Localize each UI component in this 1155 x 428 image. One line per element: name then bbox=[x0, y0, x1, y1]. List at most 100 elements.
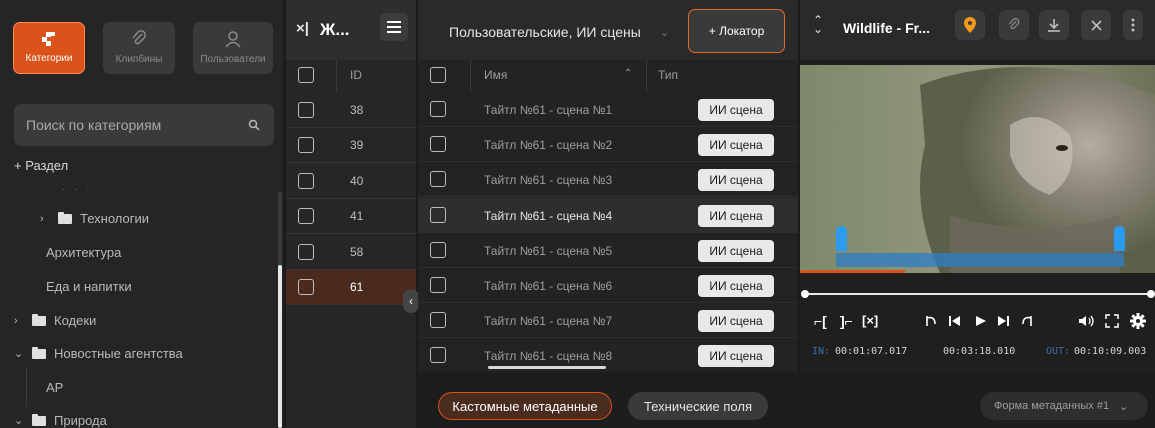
locator-row[interactable]: Тайтл №61 - сцена №3 ИИ сцена bbox=[418, 162, 798, 197]
locator-row[interactable]: Тайтл №61 - сцена №5 ИИ сцена bbox=[418, 233, 798, 268]
chevron-right-icon[interactable]: › bbox=[14, 315, 32, 327]
go-to-out-icon[interactable] bbox=[1020, 314, 1034, 328]
locator-type-badge: ИИ сцена bbox=[698, 310, 774, 332]
locator-row[interactable]: Тайтл №61 - сцена №7 ИИ сцена bbox=[418, 303, 798, 338]
row-checkbox[interactable] bbox=[430, 101, 446, 117]
mark-in-button[interactable]: ⌐[ bbox=[814, 313, 827, 329]
locator-type-dropdown[interactable]: Пользовательские, ИИ сцены bbox=[449, 24, 641, 40]
metadata-form-select[interactable]: Форма метаданных #1 ⌄ bbox=[980, 392, 1148, 420]
locator-name: Тайтл №61 - сцена №1 bbox=[484, 103, 613, 117]
close-panel-button[interactable]: ×| bbox=[296, 20, 309, 37]
id-row[interactable]: 41 bbox=[286, 199, 416, 234]
sort-toggle-icon[interactable]: ⌃ ⌄ bbox=[813, 14, 823, 35]
row-checkbox[interactable] bbox=[298, 173, 314, 189]
locator-row[interactable]: Тайтл №61 - сцена №2 ИИ сцена bbox=[418, 127, 798, 162]
row-checkbox[interactable] bbox=[430, 171, 446, 187]
locator-type-badge: ИИ сцена bbox=[698, 169, 774, 191]
locator-name: Тайтл №61 - сцена №8 bbox=[484, 349, 613, 363]
tree-item-label: Технологии bbox=[80, 211, 150, 226]
chevron-right-icon[interactable]: › bbox=[40, 213, 58, 225]
step-back-icon[interactable] bbox=[949, 315, 961, 327]
search-placeholder: Поиск по категориям bbox=[26, 117, 162, 133]
tree-item-codecs[interactable]: › Кодеки bbox=[14, 313, 96, 328]
chevron-down-icon[interactable]: ⌄ bbox=[660, 26, 669, 39]
row-checkbox[interactable] bbox=[298, 244, 314, 260]
folder-open-icon bbox=[32, 346, 46, 359]
sort-asc-icon[interactable]: ⌃ bbox=[624, 68, 632, 79]
timeline-start-handle[interactable] bbox=[801, 290, 809, 298]
locator-row[interactable]: Тайтл №61 - сцена №1 ИИ сцена bbox=[418, 92, 798, 127]
row-checkbox[interactable] bbox=[430, 242, 446, 258]
in-marker-icon[interactable] bbox=[836, 226, 847, 251]
select-all-rows-checkbox[interactable] bbox=[430, 67, 446, 83]
video-frame[interactable] bbox=[800, 65, 1155, 273]
list-scrollbar-thumb[interactable] bbox=[488, 366, 606, 369]
search-icon[interactable] bbox=[248, 119, 260, 131]
id-row[interactable]: 61 bbox=[286, 270, 416, 305]
add-locator-button[interactable]: + Локатор bbox=[688, 9, 785, 53]
add-section-button[interactable]: + Раздел bbox=[14, 158, 68, 173]
chevron-left-icon: ‹ bbox=[409, 294, 413, 308]
locator-name: Тайтл №61 - сцена №5 bbox=[484, 244, 613, 258]
download-button[interactable] bbox=[1039, 10, 1069, 40]
locator-row[interactable]: Тайтл №61 - сцена №6 ИИ сцена bbox=[418, 268, 798, 303]
row-checkbox[interactable] bbox=[430, 207, 446, 223]
nav-users-button[interactable]: Пользователи bbox=[193, 22, 273, 74]
locator-pin-button[interactable] bbox=[955, 10, 985, 40]
timeline-end-handle[interactable] bbox=[1147, 290, 1155, 298]
chevron-down-icon: ⌄ bbox=[1119, 400, 1129, 413]
row-checkbox[interactable] bbox=[298, 137, 314, 153]
id-row[interactable]: 39 bbox=[286, 128, 416, 163]
go-to-in-icon[interactable] bbox=[924, 314, 938, 328]
tab-technical-fields[interactable]: Технические поля bbox=[628, 392, 768, 420]
row-checkbox[interactable] bbox=[430, 347, 446, 363]
nav-clipbins-button[interactable]: Клипбины bbox=[103, 22, 175, 74]
out-marker-icon[interactable] bbox=[1114, 226, 1125, 251]
tree-item-news-agencies[interactable]: ⌄ Новостные агентства bbox=[14, 346, 183, 361]
clear-marks-button[interactable]: [×] bbox=[862, 313, 878, 328]
chevron-down-icon[interactable]: ⌄ bbox=[14, 414, 32, 427]
id-row[interactable]: 58 bbox=[286, 235, 416, 270]
more-menu-button[interactable] bbox=[1123, 10, 1143, 40]
row-checkbox[interactable] bbox=[298, 279, 314, 295]
more-vertical-icon bbox=[1131, 18, 1135, 32]
tree-item-label: Природа bbox=[54, 413, 107, 428]
tree-item-ap[interactable]: AP bbox=[46, 380, 63, 395]
row-checkbox[interactable] bbox=[430, 136, 446, 152]
tree-item-architecture[interactable]: Архитектура bbox=[46, 245, 121, 260]
category-search-input[interactable]: Поиск по категориям bbox=[14, 104, 274, 146]
timeline-track[interactable] bbox=[804, 293, 1151, 295]
mark-out-button[interactable]: ]⌐ bbox=[840, 313, 853, 329]
locator-row[interactable]: Тайтл №61 - сцена №8 ИИ сцена bbox=[418, 338, 798, 373]
settings-gear-icon[interactable] bbox=[1130, 313, 1146, 329]
row-checkbox[interactable] bbox=[430, 312, 446, 328]
row-checkbox[interactable] bbox=[430, 277, 446, 293]
tree-item-food[interactable]: Еда и напитки bbox=[46, 279, 132, 294]
name-column-header[interactable]: Имя bbox=[484, 68, 507, 82]
id-column-header[interactable]: ID bbox=[350, 68, 362, 82]
fullscreen-icon[interactable] bbox=[1105, 314, 1119, 328]
chevron-down-icon[interactable]: ⌄ bbox=[14, 347, 32, 360]
column-divider bbox=[470, 60, 471, 92]
close-player-button[interactable] bbox=[1081, 10, 1111, 40]
locator-row[interactable]: Тайтл №61 - сцена №4 ИИ сцена bbox=[418, 198, 798, 233]
sidebar-scrollbar-thumb[interactable] bbox=[278, 265, 282, 428]
id-row[interactable]: 38 bbox=[286, 93, 416, 128]
row-checkbox[interactable] bbox=[298, 102, 314, 118]
locator-type-badge: ИИ сцена bbox=[698, 134, 774, 156]
step-forward-icon[interactable] bbox=[997, 315, 1009, 327]
attach-button[interactable] bbox=[999, 10, 1029, 40]
tree-item-technology[interactable]: › Технологии bbox=[40, 211, 149, 226]
column-divider bbox=[336, 60, 337, 92]
tab-custom-metadata[interactable]: Кастомные метаданные bbox=[438, 392, 612, 420]
row-checkbox[interactable] bbox=[298, 208, 314, 224]
play-icon[interactable] bbox=[975, 315, 987, 327]
collapse-panel-button[interactable]: ‹ bbox=[403, 289, 419, 313]
type-column-header[interactable]: Тип bbox=[658, 68, 678, 82]
volume-icon[interactable] bbox=[1079, 315, 1095, 327]
menu-button[interactable] bbox=[380, 13, 408, 41]
nav-categories-button[interactable]: Категории bbox=[13, 22, 85, 74]
id-row[interactable]: 40 bbox=[286, 164, 416, 199]
select-all-checkbox[interactable] bbox=[298, 67, 314, 83]
tree-item-nature[interactable]: ⌄ Природа bbox=[14, 413, 107, 428]
